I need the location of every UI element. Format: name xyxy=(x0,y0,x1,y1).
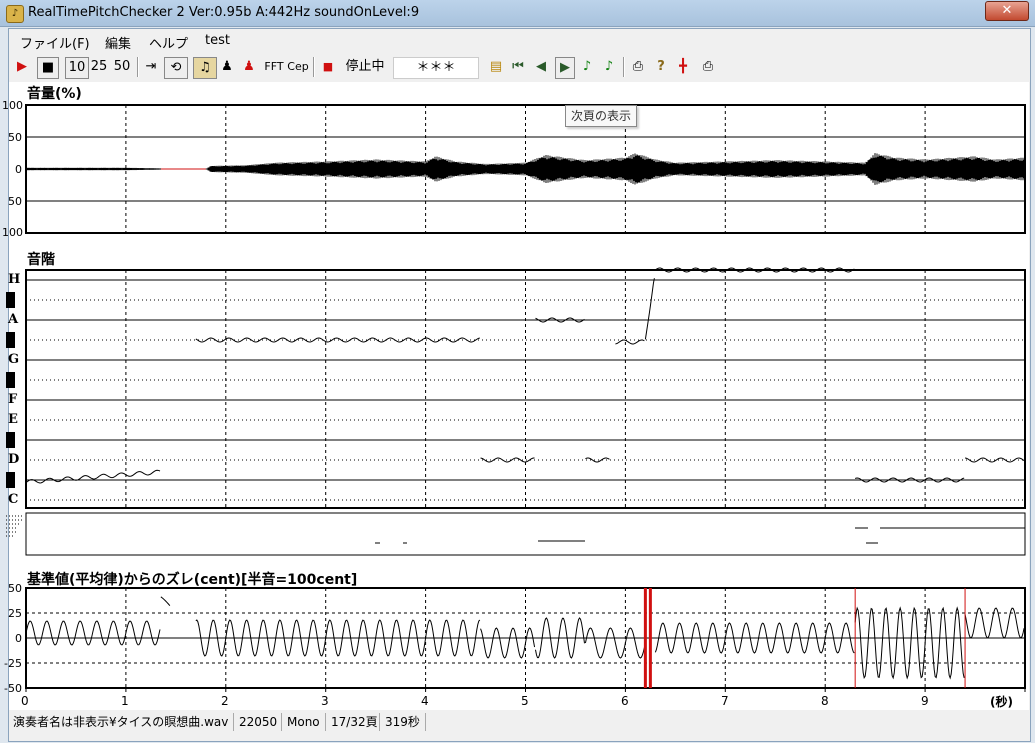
volume-chart xyxy=(25,104,1026,234)
volume-tick-label: 100 xyxy=(2,99,23,112)
status-channels: Mono xyxy=(283,713,326,731)
volume-tick-label: 0 xyxy=(15,163,22,176)
black-key-marker xyxy=(6,292,15,308)
status-rate: 22050 xyxy=(235,713,282,731)
rhythm-strip-frame xyxy=(25,512,1026,556)
note-label: F xyxy=(8,392,18,407)
cent-tick-label: 25 xyxy=(8,607,22,620)
cent-deviation-line xyxy=(480,627,536,659)
pitch-segment xyxy=(585,457,610,463)
black-key-marker xyxy=(6,332,15,348)
black-key-marker xyxy=(6,472,15,488)
note-label: C xyxy=(8,492,19,507)
x-tick-label: 7 xyxy=(721,694,729,708)
cent-tick-label: -25 xyxy=(4,657,22,670)
cent-tick-label: 50 xyxy=(8,582,22,595)
volume-tick-label: 100 xyxy=(2,226,23,239)
note-label: H xyxy=(8,272,21,287)
x-tick-label: 3 xyxy=(321,694,329,708)
scale-panel-title: 音階 xyxy=(27,252,55,268)
cent-chart xyxy=(25,587,1026,692)
x-tick-label: 9 xyxy=(921,694,929,708)
cent-deviation-line xyxy=(160,596,171,606)
tooltip: 次頁の表示 xyxy=(565,105,638,127)
note-label: A xyxy=(8,312,19,327)
status-duration: 319秒 xyxy=(381,713,426,731)
x-tick-label: 6 xyxy=(621,694,629,708)
cent-tick-label: 0 xyxy=(15,632,22,645)
chart-canvas xyxy=(6,104,1026,692)
note-label: G xyxy=(8,352,20,367)
note-label: E xyxy=(8,412,18,427)
status-page: 17/32頁 xyxy=(327,713,380,731)
cent-tick-label: -50 xyxy=(4,682,22,695)
x-tick-label: 1 xyxy=(121,694,129,708)
x-tick-label: 4 xyxy=(421,694,429,708)
volume-panel-title: 音量(%) xyxy=(27,86,82,102)
volume-tick-label: 50 xyxy=(8,131,22,144)
scale-chart xyxy=(6,267,1026,556)
scale-frame xyxy=(25,269,1026,509)
x-axis-unit: (秒) xyxy=(990,695,1013,709)
cent-deviation-line xyxy=(584,627,645,659)
x-tick-label: 5 xyxy=(521,694,529,708)
x-tick-label: 2 xyxy=(221,694,229,708)
cent-deviation-line xyxy=(25,620,161,646)
status-file: 演奏者名は非表示¥タイスの瞑想曲.wav xyxy=(9,713,234,731)
status-bar: 演奏者名は非表示¥タイスの瞑想曲.wav 22050 Mono 17/32頁 3… xyxy=(9,711,1028,733)
pitch-segment xyxy=(25,469,161,484)
x-tick-label: 0 xyxy=(21,694,29,708)
black-key-marker xyxy=(6,432,15,448)
volume-tick-label: 50 xyxy=(8,195,22,208)
black-key-marker xyxy=(6,372,15,388)
cent-deviation-line xyxy=(854,606,965,680)
pitch-segment xyxy=(615,339,645,345)
note-label: D xyxy=(8,452,20,467)
cent-panel-title: 基準値(平均律)からのズレ(cent)[半音=100cent] xyxy=(27,572,358,588)
pitch-segment xyxy=(644,278,655,340)
x-tick-label: 8 xyxy=(821,694,829,708)
